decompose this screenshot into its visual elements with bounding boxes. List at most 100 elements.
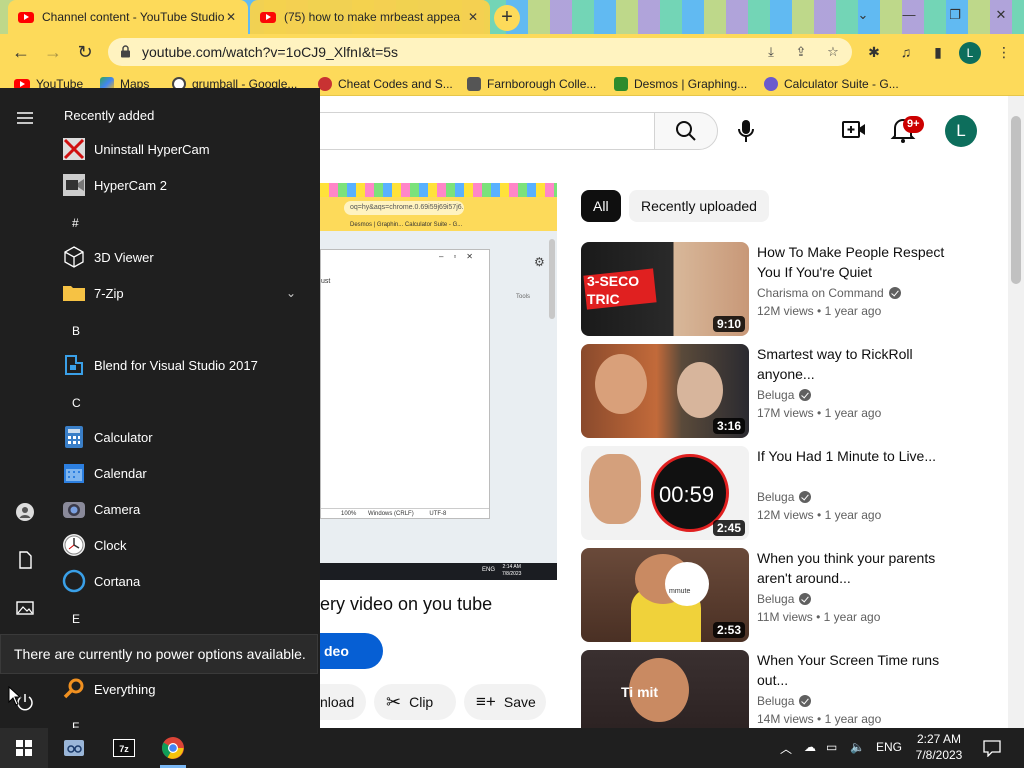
maximize-button[interactable]: ❐ bbox=[932, 0, 978, 30]
hamburger-menu-icon[interactable] bbox=[15, 108, 35, 128]
bookmark-farnborough[interactable]: Farnborough Colle... bbox=[467, 75, 596, 93]
video-title[interactable]: If You Had 1 Minute to Live... bbox=[757, 446, 957, 466]
app-hypercam-2[interactable]: HyperCam 2 bbox=[60, 168, 310, 202]
clip-button[interactable]: ✂ Clip bbox=[374, 684, 456, 720]
tab-youtube-video[interactable]: (75) how to make mrbeast appea ✕ bbox=[250, 0, 490, 34]
recommended-video[interactable]: Ti mit When Your Screen Time runs out...… bbox=[581, 650, 1001, 728]
section-letter[interactable]: B bbox=[72, 324, 80, 338]
app-clock[interactable]: Clock bbox=[60, 528, 310, 562]
input-language[interactable]: ENG bbox=[876, 740, 902, 754]
app-cortana[interactable]: Cortana bbox=[60, 564, 310, 598]
video-meta: 12M views • 1 year ago bbox=[757, 304, 882, 318]
install-app-icon[interactable]: ⤓ bbox=[762, 43, 780, 61]
app-calendar[interactable]: Calendar bbox=[60, 456, 310, 490]
search-input[interactable] bbox=[300, 112, 654, 150]
chip-all[interactable]: All bbox=[581, 190, 621, 222]
extensions-icon[interactable]: ✱ bbox=[864, 42, 884, 62]
video-meta: 17M views • 1 year ago bbox=[757, 406, 882, 420]
bookmark-star-icon[interactable]: ☆ bbox=[824, 43, 842, 61]
app-7-zip-folder[interactable]: 7-Zip ⌄ bbox=[60, 276, 310, 310]
save-button[interactable]: ≡+ Save bbox=[464, 684, 546, 720]
microphone-icon[interactable] bbox=[732, 116, 760, 146]
tab-search-chevron-icon[interactable]: ⌄ bbox=[840, 0, 886, 30]
bookmark-calculator-suite[interactable]: Calculator Suite - G... bbox=[764, 75, 899, 93]
address-bar[interactable]: youtube.com/watch?v=1oCJ9_XlfnI&t=5s ⤓ ⇪… bbox=[108, 38, 852, 66]
reload-button[interactable]: ↻ bbox=[72, 40, 98, 64]
recommended-video[interactable]: 00:59 2:45 If You Had 1 Minute to Live..… bbox=[581, 446, 1001, 540]
app-everything[interactable]: Everything bbox=[60, 672, 310, 706]
action-center-icon[interactable] bbox=[982, 739, 1002, 757]
channel-name[interactable]: Beluga bbox=[757, 490, 812, 504]
chrome-menu-icon[interactable]: ⋮ bbox=[994, 42, 1014, 62]
onedrive-icon[interactable]: ☁ bbox=[804, 740, 816, 754]
new-tab-button[interactable]: + bbox=[494, 5, 520, 31]
page-scrollbar[interactable] bbox=[1008, 96, 1024, 728]
youtube-account-avatar[interactable]: L bbox=[945, 115, 977, 147]
tab-youtube-studio[interactable]: Channel content - YouTube Studio ✕ bbox=[8, 0, 248, 34]
verified-badge-icon bbox=[799, 491, 812, 503]
share-icon[interactable]: ⇪ bbox=[792, 43, 810, 61]
recommended-video[interactable]: 3:16 Smartest way to RickRoll anyone... … bbox=[581, 344, 1001, 438]
forward-button[interactable]: → bbox=[40, 40, 66, 64]
snipping-tool-icon[interactable] bbox=[62, 736, 86, 760]
create-video-icon[interactable] bbox=[842, 120, 866, 140]
recommended-video[interactable]: mmute 2:53 When you think your parents a… bbox=[581, 548, 1001, 642]
video-title[interactable]: How To Make People Respect You If You're… bbox=[757, 242, 957, 282]
channel-name[interactable]: Beluga bbox=[757, 592, 812, 606]
player-frame-taskbar: ENG 2:14 AM 7/8/2023 bbox=[320, 563, 557, 580]
video-thumbnail[interactable]: 3:16 bbox=[581, 344, 749, 438]
scrollbar-thumb[interactable] bbox=[1011, 116, 1021, 284]
college-icon bbox=[467, 77, 481, 91]
section-letter[interactable]: C bbox=[72, 396, 81, 410]
app-camera[interactable]: Camera bbox=[60, 492, 310, 526]
video-thumbnail[interactable]: 00:59 2:45 bbox=[581, 446, 749, 540]
window-close-button[interactable]: ✕ bbox=[978, 0, 1024, 30]
subscribe-button[interactable]: deo bbox=[320, 633, 383, 669]
download-button[interactable]: nload bbox=[320, 684, 366, 720]
video-thumbnail[interactable]: Ti mit bbox=[581, 650, 749, 728]
user-account-icon[interactable] bbox=[15, 502, 35, 522]
video-title[interactable]: When Your Screen Time runs out... bbox=[757, 650, 957, 690]
search-button[interactable] bbox=[654, 112, 718, 150]
section-letter[interactable]: E bbox=[72, 612, 80, 626]
pictures-icon[interactable] bbox=[15, 598, 35, 618]
close-icon[interactable]: ✕ bbox=[224, 10, 238, 24]
video-thumbnail[interactable]: mmute 2:53 bbox=[581, 548, 749, 642]
video-title[interactable]: When you think your parents aren't aroun… bbox=[757, 548, 957, 588]
taskbar-clock[interactable]: 2:27 AM 7/8/2023 bbox=[914, 731, 964, 763]
blend-icon bbox=[65, 355, 83, 375]
section-letter[interactable]: F bbox=[72, 720, 79, 728]
video-thumbnail[interactable]: 3-SECO TRIC 9:10 bbox=[581, 242, 749, 336]
app-3d-viewer[interactable]: 3D Viewer bbox=[60, 240, 310, 274]
chip-recently-uploaded[interactable]: Recently uploaded bbox=[629, 190, 769, 222]
bookmark-cheat-codes[interactable]: Cheat Codes and S... bbox=[318, 75, 453, 93]
media-control-icon[interactable]: ♫ bbox=[896, 42, 916, 62]
section-letter[interactable]: # bbox=[72, 216, 79, 230]
chrome-icon[interactable] bbox=[161, 736, 185, 760]
chevron-down-icon[interactable]: ⌄ bbox=[286, 286, 296, 300]
channel-name[interactable]: Beluga bbox=[757, 694, 812, 708]
documents-icon[interactable] bbox=[15, 550, 35, 570]
channel-name[interactable]: Charisma on Command bbox=[757, 286, 901, 300]
bookmark-desmos[interactable]: Desmos | Graphing... bbox=[614, 75, 747, 93]
app-blend-visual-studio[interactable]: Blend for Visual Studio 2017 bbox=[60, 348, 310, 382]
minimize-button[interactable]: — bbox=[886, 0, 932, 30]
player-frame-tabstrip bbox=[320, 183, 557, 197]
url-text: youtube.com/watch?v=1oCJ9_XlfnI&t=5s bbox=[142, 44, 399, 60]
player-frame-gear-icon: ⚙ bbox=[534, 255, 545, 269]
back-button[interactable]: ← bbox=[8, 40, 34, 64]
side-panel-icon[interactable]: ▮ bbox=[928, 42, 948, 62]
video-title[interactable]: Smartest way to RickRoll anyone... bbox=[757, 344, 957, 384]
chrome-profile-avatar[interactable]: L bbox=[959, 42, 981, 64]
show-hidden-icons-chevron-icon[interactable]: ︿ bbox=[780, 740, 792, 757]
channel-name[interactable]: Beluga bbox=[757, 388, 812, 402]
close-icon[interactable]: ✕ bbox=[466, 10, 480, 24]
network-icon[interactable]: ▭ bbox=[826, 740, 837, 754]
recommended-video[interactable]: 3-SECO TRIC 9:10 How To Make People Resp… bbox=[581, 242, 1001, 336]
7zip-icon[interactable]: 7z bbox=[112, 736, 136, 760]
app-uninstall-hypercam[interactable]: Uninstall HyperCam bbox=[60, 132, 310, 166]
app-calculator[interactable]: Calculator bbox=[60, 420, 310, 454]
volume-muted-icon[interactable]: 🔈 bbox=[850, 740, 865, 754]
start-button[interactable] bbox=[0, 728, 48, 768]
video-player[interactable]: oq=hy&aqs=chrome.0.69i59j69i57j6... Desm… bbox=[320, 183, 557, 580]
